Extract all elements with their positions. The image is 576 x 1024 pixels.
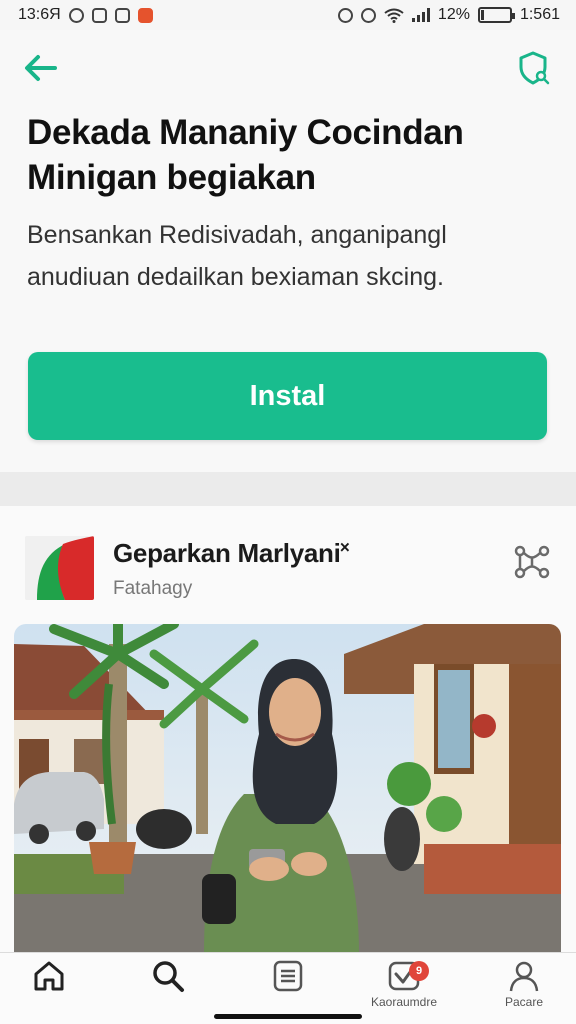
shield-button[interactable]	[514, 48, 554, 88]
share-button[interactable]	[512, 542, 552, 582]
wifi-icon	[384, 8, 404, 23]
nav-check[interactable]: 9 Kaoraumdre	[364, 959, 444, 1013]
post-subtitle: Fatahagy	[113, 578, 193, 599]
app-notification-icon	[137, 7, 153, 23]
post-card: Geparkan Marlyani˟ Fatahagy	[0, 506, 576, 952]
bag-icon	[114, 7, 130, 23]
search-icon	[153, 961, 184, 992]
nav-list[interactable]	[248, 959, 328, 1013]
signal-icon	[411, 8, 430, 22]
bookmark-icon	[91, 7, 107, 23]
nav-profile-label: Pacare	[504, 995, 544, 1009]
nav-search[interactable]	[128, 959, 208, 1013]
alarm-icon	[337, 7, 353, 23]
post-photo[interactable]	[14, 624, 561, 952]
status-right: 12% 1:561	[337, 6, 560, 24]
share-network-icon	[514, 545, 550, 579]
list-icon	[273, 960, 303, 992]
install-button[interactable]: Instal	[28, 352, 547, 440]
clock-icon	[360, 7, 376, 23]
battery-icon	[477, 7, 515, 23]
page-description: Bensankan Redisivadah, anganipangl anudi…	[27, 221, 447, 291]
nav-home[interactable]	[9, 959, 89, 1013]
woman-with-phone-photo	[14, 624, 561, 952]
home-icon	[34, 961, 64, 991]
page-title: Dekada Mananiy Cocindan Minigan begiakan	[27, 113, 464, 197]
status-left: 13:6Я	[18, 6, 153, 24]
profile-icon	[509, 961, 539, 992]
arrow-left-icon	[25, 55, 57, 81]
post-title[interactable]: Geparkan Marlyani˟	[113, 538, 349, 569]
top-nav	[0, 30, 576, 106]
nav-check-label: Kaoraumdre	[370, 995, 438, 1009]
status-time: 13:6Я	[18, 6, 61, 23]
whatsapp-icon	[68, 7, 84, 23]
notification-badge: 9	[409, 961, 429, 981]
status-clock: 1:561	[519, 6, 560, 23]
app-logo[interactable]	[25, 536, 94, 600]
status-bar: 13:6Я 12% 1:561	[0, 0, 576, 30]
back-button[interactable]	[20, 48, 60, 88]
nav-profile[interactable]: Pacare	[484, 959, 564, 1013]
battery-percent: 12%	[437, 6, 470, 23]
app-install-card: Dekada Mananiy Cocindan Minigan begiakan…	[0, 30, 576, 472]
home-indicator[interactable]	[214, 1014, 362, 1019]
logo-image	[25, 536, 94, 600]
shield-search-icon	[519, 51, 550, 85]
